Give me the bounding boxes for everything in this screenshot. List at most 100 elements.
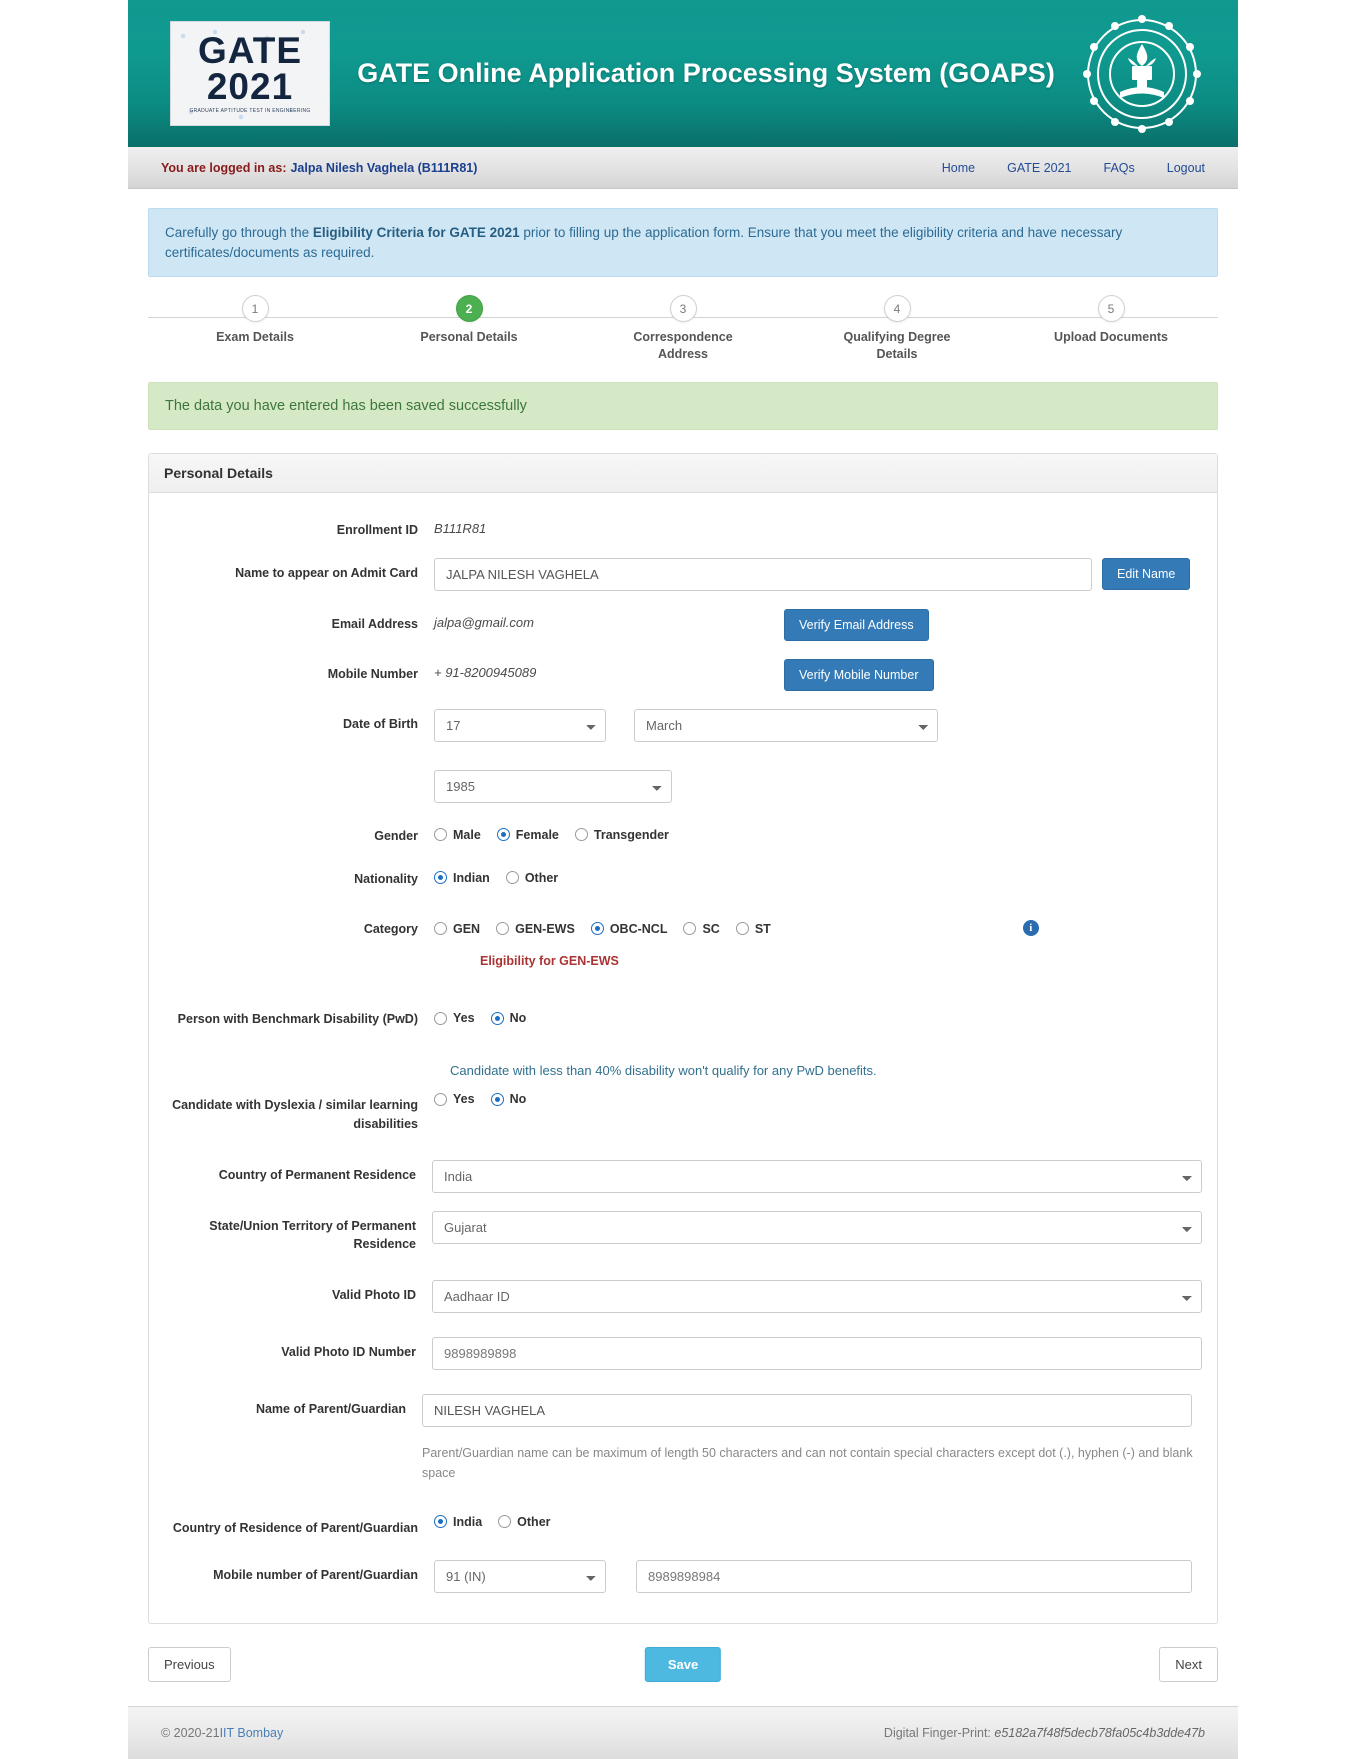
logged-in-label: You are logged in as: — [161, 160, 287, 175]
footer-iit-bombay-link[interactable]: IIT Bombay — [220, 1726, 284, 1740]
category-option-obc-ncl[interactable]: OBC-NCL — [590, 921, 668, 936]
category-label-gen: GEN — [453, 921, 481, 936]
nationality-option-indian[interactable]: Indian — [434, 871, 490, 885]
step-correspondence-address[interactable]: 3 Correspondence Address — [576, 295, 790, 363]
field-row-admit-card-name: Name to appear on Admit Card Edit Name — [164, 557, 1202, 591]
notice-emphasis: Eligibility Criteria for GATE 2021 — [312, 225, 520, 240]
parent-country-label-other: Other — [517, 1514, 551, 1529]
field-row-state-permanent-residence: State/Union Territory of Permanent Resid… — [164, 1210, 1202, 1255]
top-nav-links: Home GATE 2021 FAQs Logout — [942, 161, 1205, 175]
admit-card-name-input[interactable] — [434, 557, 1092, 591]
dob-year-select[interactable]: 1985 — [434, 769, 672, 803]
pwd-label-yes: Yes — [453, 1011, 475, 1026]
state-permanent-residence-select[interactable]: Gujarat — [432, 1210, 1202, 1244]
label-pwd: Person with Benchmark Disability (PwD) — [177, 1012, 418, 1027]
parent-country-option-india[interactable]: India — [434, 1515, 482, 1529]
radio-dot-dyslexia-no — [490, 1092, 504, 1106]
label-admit-card-name: Name to appear on Admit Card — [235, 565, 418, 580]
dob-month-select[interactable]: March — [634, 708, 938, 742]
parent-country-label-india: India — [453, 1514, 483, 1529]
field-row-parent-mobile: Mobile number of Parent/Guardian 91 (IN) — [164, 1559, 1202, 1593]
valid-photo-id-select[interactable]: Aadhaar ID — [432, 1280, 1202, 1314]
label-valid-photo-id: Valid Photo ID — [331, 1288, 416, 1303]
footer-copyright-prefix: © 2020-21 — [161, 1725, 220, 1740]
pwd-option-yes[interactable]: Yes — [434, 1011, 475, 1025]
next-button[interactable]: Next — [1159, 1647, 1218, 1683]
nav-link-faqs[interactable]: FAQs — [1104, 161, 1135, 175]
eligibility-gen-ews-link[interactable]: Eligibility for GEN-EWS — [480, 954, 619, 968]
field-row-enrollment-id: Enrollment ID B111R81 — [164, 515, 1202, 540]
parent-name-help-text: Parent/Guardian name can be maximum of l… — [422, 1446, 1193, 1480]
parent-mobile-country-code-select[interactable]: 91 (IN) — [434, 1559, 606, 1593]
step-upload-documents[interactable]: 5 Upload Documents — [1004, 295, 1218, 363]
category-label-obc-ncl: OBC-NCL — [609, 921, 668, 936]
pwd-option-no[interactable]: No — [490, 1011, 526, 1025]
panel-body: Enrollment ID B111R81 Name to appear on … — [149, 493, 1217, 1623]
step-label-3: Correspondence Address — [633, 330, 733, 361]
category-label-sc: SC — [702, 921, 720, 936]
field-row-pwd: Person with Benchmark Disability (PwD) Y… — [164, 1004, 1202, 1029]
field-row-date-of-birth: Date of Birth 17 March 1985 — [164, 708, 1202, 803]
step-qualifying-degree-details[interactable]: 4 Qualifying Degree Details — [790, 295, 1004, 363]
nav-link-logout[interactable]: Logout — [1167, 161, 1205, 175]
fingerprint-label: Digital Finger-Print: — [883, 1725, 995, 1740]
label-enrollment-id: Enrollment ID — [336, 523, 418, 538]
nav-link-home[interactable]: Home — [942, 161, 975, 175]
value-enrollment-id: B111R81 — [434, 521, 487, 537]
field-row-gender: Gender Male Female Transgender — [164, 821, 1202, 846]
category-option-gen-ews[interactable]: GEN-EWS — [496, 922, 575, 936]
step-personal-details[interactable]: 2 Personal Details — [362, 295, 576, 363]
field-row-mobile: Mobile Number + 91-8200945089 Verify Mob… — [164, 658, 1202, 691]
radio-dot-female — [496, 828, 510, 842]
category-option-st[interactable]: ST — [735, 922, 771, 936]
label-nationality: Nationality — [354, 871, 418, 886]
logo-line-2: 2021 — [206, 66, 294, 108]
valid-photo-id-number-input[interactable] — [432, 1337, 1202, 1371]
radio-dot-sc — [683, 922, 697, 936]
iit-bombay-seal-icon — [1082, 14, 1202, 134]
label-valid-photo-id-number: Valid Photo ID Number — [281, 1345, 416, 1360]
dyslexia-option-no[interactable]: No — [490, 1092, 527, 1107]
country-permanent-residence-select[interactable]: India — [432, 1159, 1202, 1193]
step-label-2: Personal Details — [420, 330, 518, 345]
label-mobile-number: Mobile Number — [327, 666, 418, 681]
step-label-5: Upload Documents — [1054, 330, 1168, 345]
verify-mobile-button[interactable]: Verify Mobile Number — [784, 658, 934, 691]
dyslexia-option-yes[interactable]: Yes — [434, 1092, 475, 1106]
radio-dot-nationality-other — [505, 871, 519, 885]
label-country-permanent-residence: Country of Permanent Residence — [218, 1167, 416, 1182]
field-row-email: Email Address jalpa@gmail.com Verify Ema… — [164, 608, 1202, 641]
dyslexia-label-no: No — [509, 1092, 527, 1107]
parent-mobile-input[interactable] — [636, 1559, 1192, 1593]
value-mobile-number: + 91-8200945089 — [434, 664, 537, 680]
dyslexia-label-yes: Yes — [453, 1092, 475, 1107]
save-button[interactable]: Save — [644, 1647, 722, 1683]
step-label-4: Qualifying Degree Details — [843, 330, 951, 361]
field-row-parent-name: Name of Parent/Guardian Parent/Guardian … — [164, 1394, 1202, 1483]
dob-day-select[interactable]: 17 — [434, 708, 606, 742]
value-email-address: jalpa@gmail.com — [434, 614, 534, 630]
panel-title: Personal Details — [149, 454, 1217, 494]
parent-country-option-other[interactable]: Other — [498, 1514, 551, 1529]
category-label-gen-ews: GEN-EWS — [515, 921, 575, 936]
field-row-country-permanent-residence: Country of Permanent Residence India — [164, 1159, 1202, 1193]
gender-option-transgender[interactable]: Transgender — [574, 828, 669, 842]
step-exam-details[interactable]: 1 Exam Details — [148, 295, 362, 363]
edit-name-button[interactable]: Edit Name — [1102, 557, 1191, 590]
gender-option-female[interactable]: Female — [496, 828, 559, 842]
nationality-option-other[interactable]: Other — [505, 871, 558, 885]
step-number-1: 1 — [241, 295, 269, 323]
previous-button[interactable]: Previous — [148, 1647, 231, 1683]
logo-line-1: GATE — [197, 29, 303, 71]
parent-name-input[interactable] — [422, 1394, 1192, 1428]
category-option-gen[interactable]: GEN — [434, 922, 480, 936]
category-option-sc[interactable]: SC — [683, 921, 720, 936]
verify-email-button[interactable]: Verify Email Address — [784, 608, 929, 641]
radio-dot-indian — [434, 871, 447, 885]
nav-link-gate-2021[interactable]: GATE 2021 — [1007, 161, 1071, 175]
radio-dot-transgender — [574, 828, 588, 842]
info-circle-icon[interactable]: i — [1022, 920, 1039, 937]
gender-option-male[interactable]: Male — [434, 828, 481, 842]
login-status-bar: You are logged in as: Jalpa Nilesh Vaghe… — [128, 147, 1238, 189]
gate-2021-logo: GATE 2021 GRADUATE APTITUDE TEST IN ENGI… — [170, 21, 330, 126]
